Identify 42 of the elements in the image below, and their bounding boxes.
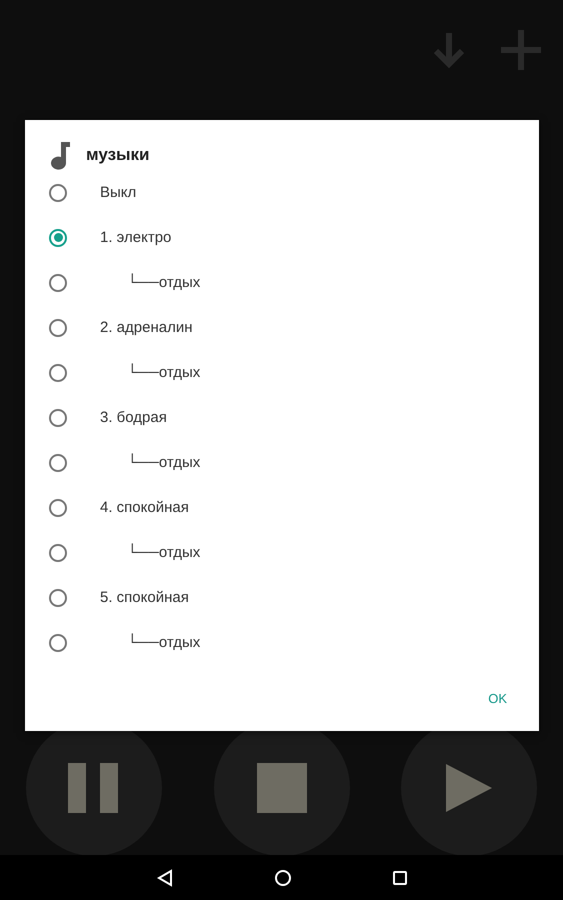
radio-button[interactable] [49,318,67,336]
home-icon[interactable] [274,868,292,886]
option-label: 5. спокойная [100,589,189,606]
radio-option[interactable]: └──отдых [25,620,539,665]
ok-button[interactable]: OK [486,686,509,710]
radio-button[interactable] [49,588,67,606]
option-label: └──отдых [127,634,200,651]
play-icon [446,764,492,812]
radio-button[interactable] [49,498,67,516]
option-label: └──отдых [127,274,200,291]
radio-button[interactable] [49,274,67,292]
radio-option[interactable]: └──отдых [25,350,539,395]
radio-option[interactable]: 3. бодрая [25,395,539,440]
recents-icon[interactable] [392,870,408,886]
dialog-title: музыки [86,145,150,165]
radio-button[interactable] [49,544,67,562]
radio-option[interactable]: └──отдых [25,530,539,575]
radio-option[interactable]: 2. адреналин [25,305,539,350]
option-label: 3. бодрая [100,409,167,426]
radio-button[interactable] [49,364,67,382]
radio-option[interactable]: Выкл [25,170,539,215]
pause-icon [68,762,120,812]
option-label: └──отдых [127,544,200,561]
option-label: 1. электро [100,229,172,246]
radio-option[interactable]: └──отдых [25,260,539,305]
option-label: 2. адреналин [100,319,192,336]
radio-option[interactable]: 1. электро [25,215,539,260]
back-icon[interactable] [156,868,174,886]
radio-button[interactable] [49,184,67,202]
radio-button[interactable] [49,454,67,472]
radio-option[interactable]: 5. спокойная [25,575,539,620]
radio-button[interactable] [49,634,67,652]
radio-option[interactable]: └──отдых [25,440,539,485]
music-note-icon [50,140,72,170]
radio-button[interactable] [49,408,67,426]
option-label: Выкл [100,184,136,201]
option-label: └──отдых [127,364,200,381]
radio-button[interactable] [49,228,67,246]
option-label: └──отдых [127,454,200,471]
radio-option[interactable]: 4. спокойная [25,485,539,530]
stop-icon [256,762,306,812]
option-label: 4. спокойная [100,499,189,516]
